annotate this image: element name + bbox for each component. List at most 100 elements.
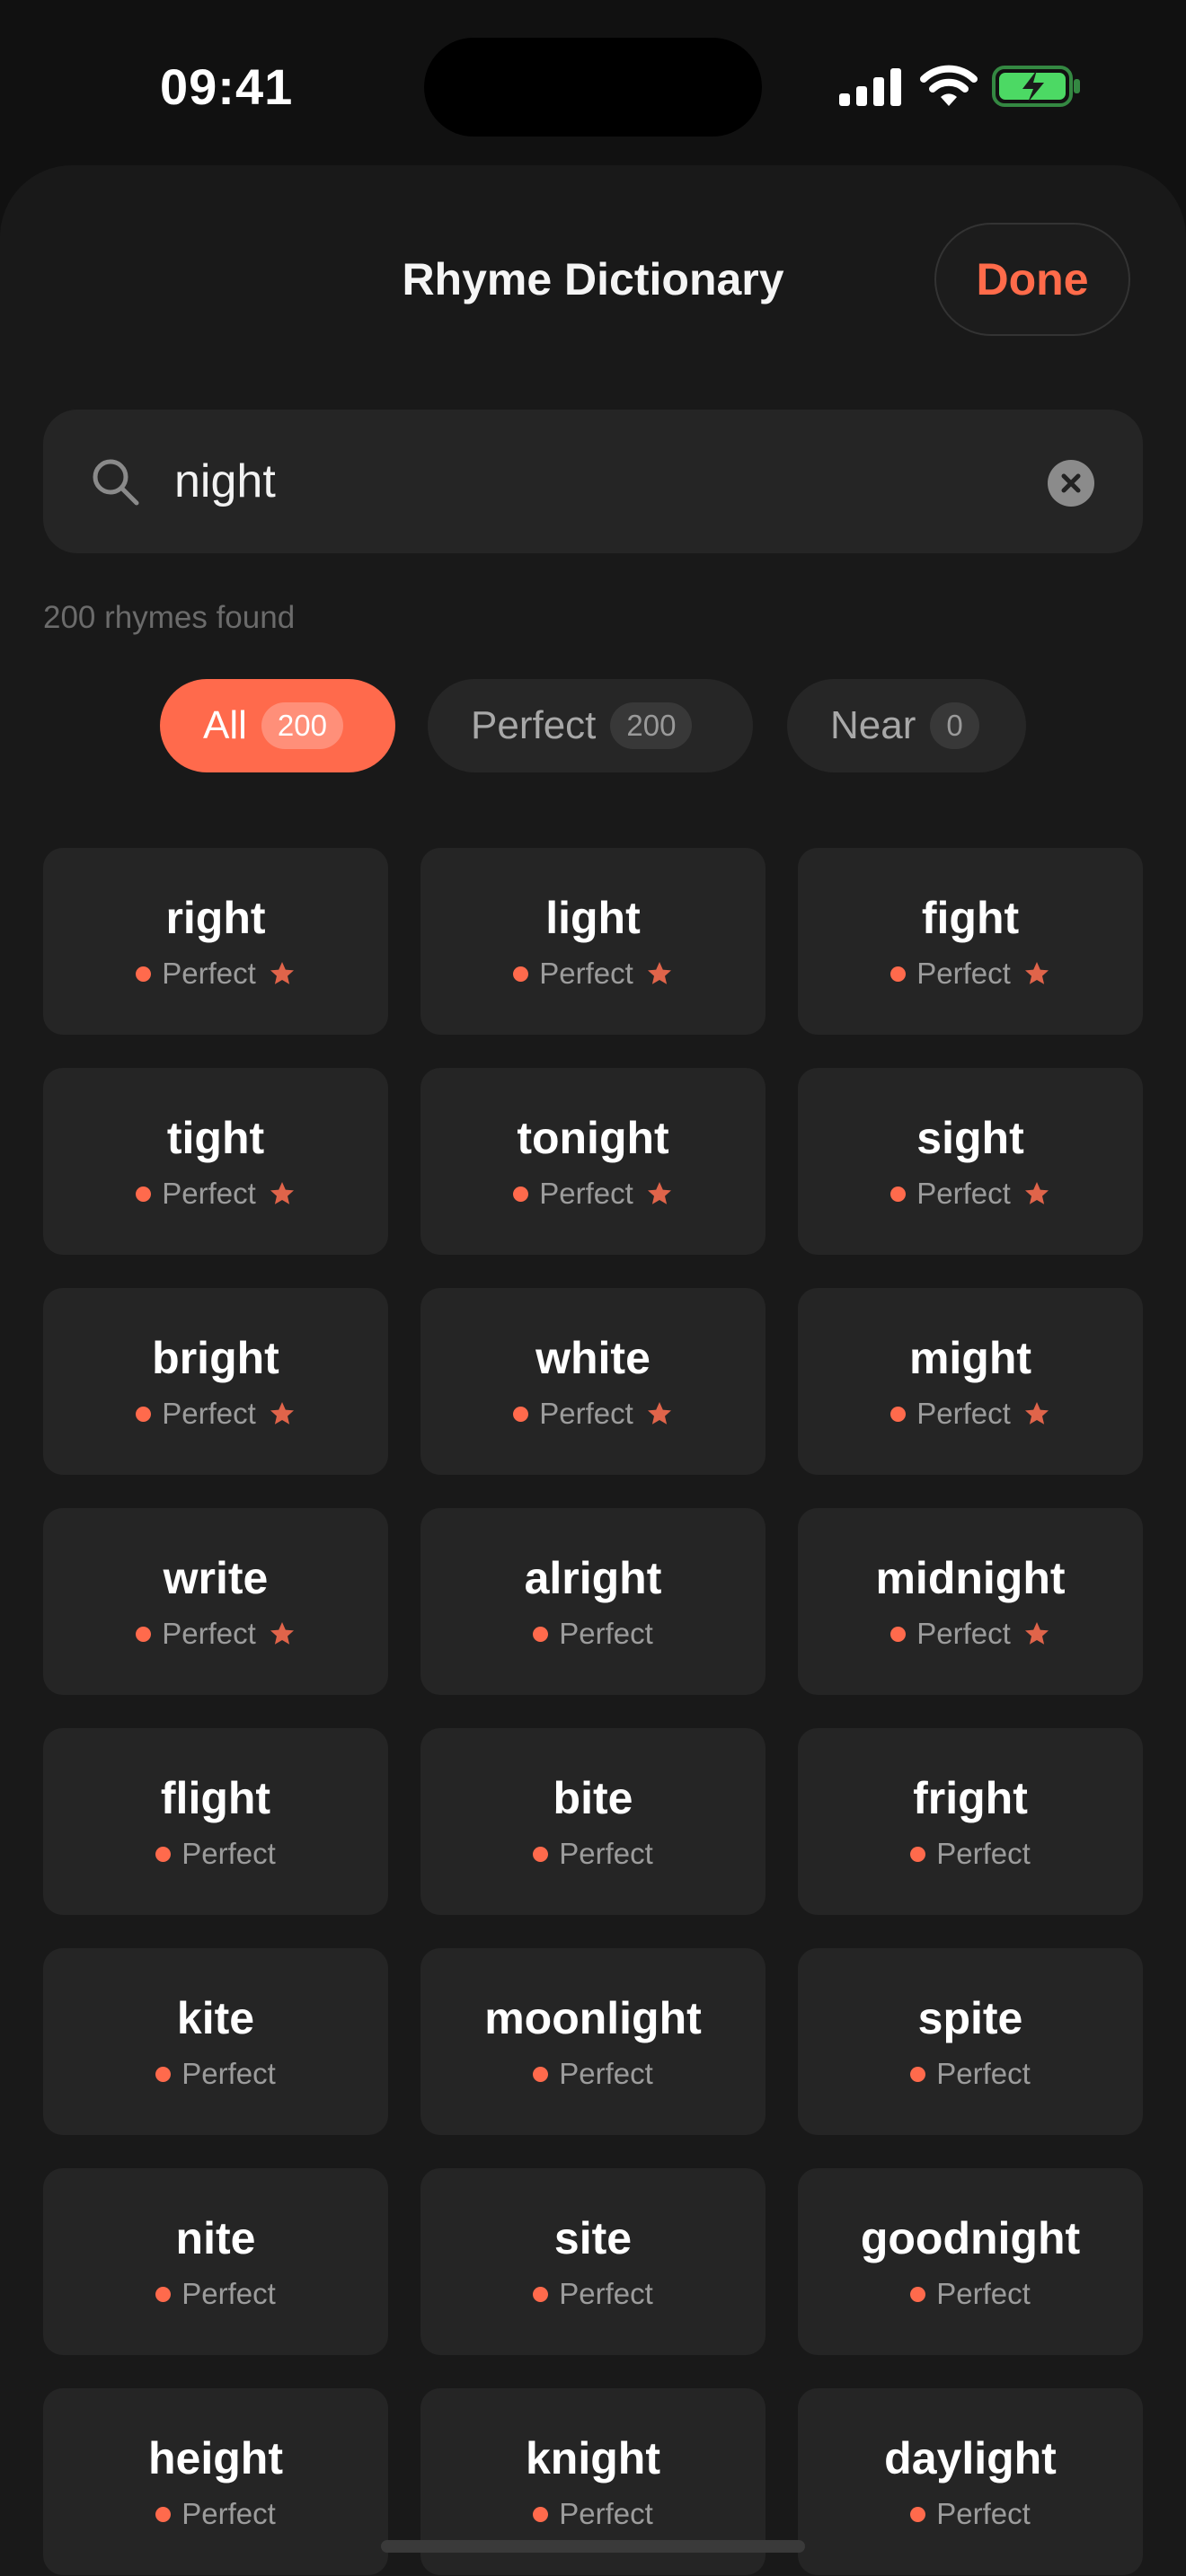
rhyme-word: height [148,2433,283,2483]
rhyme-meta: Perfect [420,1174,766,1213]
search-bar[interactable]: night [43,410,1143,553]
rhyme-word: bright [152,1333,279,1383]
star-icon [647,1182,671,1204]
rhyme-type: Perfect [162,957,256,990]
rhyme-card[interactable]: might Perfect [798,1288,1143,1475]
home-indicator [381,2540,805,2553]
rhyme-card[interactable]: daylight Perfect [798,2388,1143,2575]
rhyme-card[interactable]: height Perfect [43,2388,388,2575]
filter-chip-near[interactable]: Near 0 [787,679,1026,772]
rhyme-meta: Perfect [43,1614,388,1654]
rhyme-card[interactable]: tight Perfect [43,1068,388,1255]
rhyme-card[interactable]: sight Perfect [798,1068,1143,1255]
rhyme-meta: Perfect [798,1614,1143,1654]
rhyme-meta: Perfect [798,954,1143,993]
rhyme-meta: Perfect [420,1614,766,1654]
rhyme-word: fright [913,1773,1028,1823]
rhyme-meta: Perfect [43,1834,388,1874]
rhyme-card[interactable]: fright Perfect [798,1728,1143,1915]
rhyme-card[interactable]: light Perfect [420,848,766,1035]
rhyme-card[interactable]: fight Perfect [798,848,1143,1035]
rhyme-type: Perfect [936,2057,1031,2090]
perfect-dot-icon [136,1626,152,1642]
result-count: 200 rhymes found [43,600,296,635]
rhyme-card[interactable]: write Perfect [43,1508,388,1695]
rhyme-word: moonlight [484,1993,702,2043]
perfect-dot-icon [513,966,529,982]
battery-charging-icon [992,66,1080,107]
rhyme-card[interactable]: kite Perfect [43,1948,388,2135]
rhyme-meta: Perfect [798,2274,1143,2314]
rhyme-card[interactable]: bite Perfect [420,1728,766,1915]
perfect-dot-icon [890,966,907,982]
rhyme-type: Perfect [162,1177,256,1210]
filter-chip-perfect[interactable]: Perfect 200 [428,679,753,772]
rhyme-type: Perfect [916,1177,1011,1210]
sheet-header: Rhyme Dictionary Done [0,165,1186,345]
wifi-icon [920,65,978,106]
rhyme-meta: Perfect [798,1174,1143,1213]
rhyme-word: kite [176,1993,255,2043]
rhyme-card[interactable]: alright Perfect [420,1508,766,1695]
rhyme-meta: Perfect [420,2274,766,2314]
rhyme-type: Perfect [539,1397,633,1430]
clear-icon[interactable] [1048,460,1094,507]
rhyme-card[interactable]: bright Perfect [43,1288,388,1475]
perfect-dot-icon [155,2506,172,2522]
rhyme-word: light [545,893,641,943]
perfect-dot-icon [910,2066,926,2082]
rhyme-word: knight [526,2433,660,2483]
rhyme-word: sight [916,1113,1024,1163]
rhyme-card[interactable]: white Perfect [420,1288,766,1475]
rhyme-word: tight [166,1113,265,1163]
cellular-signal-icon [839,68,901,106]
search-icon [93,459,139,506]
perfect-dot-icon [136,1186,152,1202]
rhyme-word: daylight [884,2433,1057,2483]
status-icons [839,61,1082,111]
star-icon [270,1402,294,1425]
rhyme-type: Perfect [539,957,633,990]
rhyme-word: site [553,2213,633,2263]
perfect-dot-icon [910,1846,926,1862]
rhyme-grid: right Perfect light Perfect fight Perfect tigh… [43,848,1143,2576]
perfect-dot-icon [155,2066,172,2082]
filter-chips: All 200 Perfect 200 Near 0 [0,679,1186,772]
search-input[interactable]: night [174,447,983,516]
rhyme-word: midnight [875,1553,1066,1603]
star-icon [1024,1182,1049,1204]
rhyme-card[interactable]: tonight Perfect [420,1068,766,1255]
star-icon [647,962,671,984]
rhyme-card[interactable]: site Perfect [420,2168,766,2355]
rhyme-type: Perfect [559,2497,653,2530]
perfect-dot-icon [533,2506,549,2522]
rhyme-type: Perfect [181,2277,276,2310]
rhyme-type: Perfect [181,2497,276,2530]
rhyme-type: Perfect [181,2057,276,2090]
rhyme-meta: Perfect [43,2054,388,2094]
rhyme-type: Perfect [539,1177,633,1210]
chip-label: Perfect [471,703,597,747]
dynamic-island [424,38,762,137]
star-icon [1024,1402,1049,1425]
rhyme-meta: Perfect [420,954,766,993]
done-button[interactable]: Done [934,223,1130,336]
rhyme-type: Perfect [162,1397,256,1430]
rhyme-type: Perfect [916,1397,1011,1430]
rhyme-card[interactable]: moonlight Perfect [420,1948,766,2135]
filter-chip-all[interactable]: All 200 [160,679,395,772]
rhyme-card[interactable]: right Perfect [43,848,388,1035]
rhyme-card[interactable]: midnight Perfect [798,1508,1143,1695]
rhyme-word: goodnight [860,2213,1081,2263]
rhyme-meta: Perfect [798,2054,1143,2094]
rhyme-card[interactable]: flight Perfect [43,1728,388,1915]
status-bar: 09:41 [0,0,1186,171]
rhyme-meta: Perfect [798,2494,1143,2534]
rhyme-card[interactable]: nite Perfect [43,2168,388,2355]
rhyme-word: write [163,1553,269,1603]
chip-count: 200 [610,702,693,749]
rhyme-card[interactable]: spite Perfect [798,1948,1143,2135]
rhyme-meta: Perfect [798,1394,1143,1434]
rhyme-type: Perfect [936,2277,1031,2310]
rhyme-card[interactable]: goodnight Perfect [798,2168,1143,2355]
